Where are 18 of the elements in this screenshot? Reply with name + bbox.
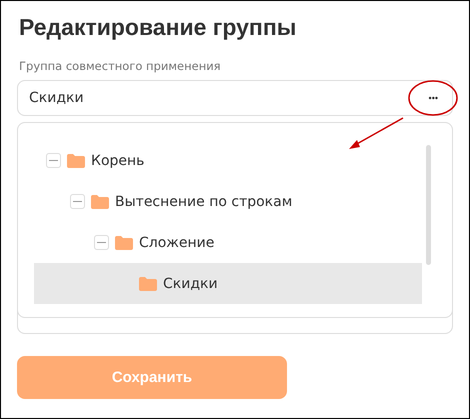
tree-item[interactable]: Сложение xyxy=(34,222,422,263)
more-button[interactable]: ••• xyxy=(424,89,442,107)
tree-item[interactable]: Вытеснение по строкам xyxy=(34,181,422,222)
folder-icon xyxy=(66,152,86,168)
highlight-circle xyxy=(408,80,458,116)
folder-icon xyxy=(90,194,110,210)
folder-icon xyxy=(114,234,134,250)
folder-icon xyxy=(138,276,158,292)
collapse-toggle[interactable] xyxy=(46,153,61,168)
annotation-arrow xyxy=(349,117,404,149)
collapse-toggle[interactable] xyxy=(70,194,85,209)
collapse-toggle[interactable] xyxy=(94,235,109,250)
tree-item[interactable]: Скидки xyxy=(34,263,422,304)
field-label: Группа совместного применения xyxy=(19,59,222,73)
page-title: Редактирование группы xyxy=(19,14,298,41)
group-field[interactable]: Скидки ••• xyxy=(17,80,453,116)
scrollbar[interactable] xyxy=(426,145,431,265)
tree-item[interactable]: Корень xyxy=(34,140,422,181)
